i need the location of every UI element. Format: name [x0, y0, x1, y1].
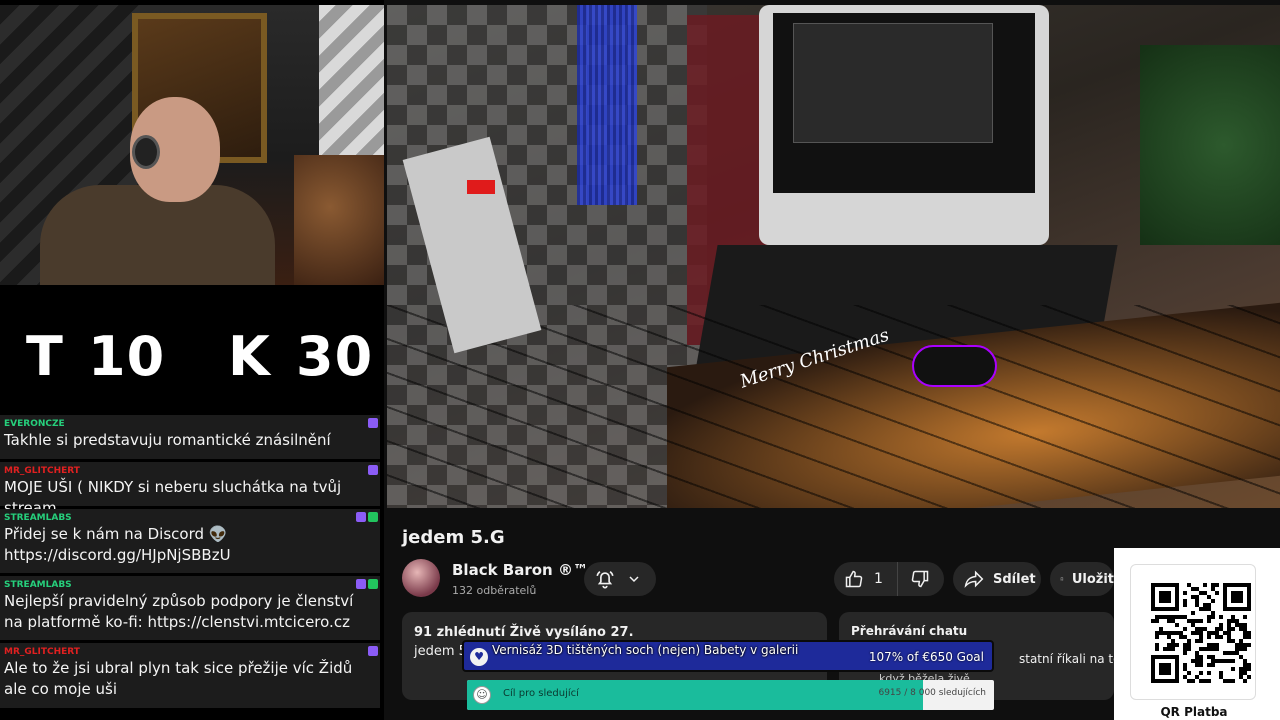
qr-payment-widget: QR Platba — [1114, 548, 1280, 720]
bell-icon — [596, 570, 614, 589]
notification-button[interactable] — [584, 562, 656, 596]
counter-k-label: K — [228, 325, 271, 388]
chat-text: Přidej se k nám na Discord 👽 https://dis… — [4, 525, 231, 564]
chat-message: MR_GLITCHERT MOJE UŠI ( NIKDY si neberu … — [0, 462, 380, 517]
mod-badge-icon — [356, 579, 366, 589]
verified-badge-icon — [368, 512, 378, 522]
chat-text: Takhle si predstavuju romantické znásiln… — [4, 431, 331, 449]
save-button[interactable]: Uložit — [1050, 562, 1114, 596]
goal-text: Vernisáž 3D tištěných soch (nejen) Babet… — [492, 643, 799, 657]
star-badge-icon — [368, 418, 378, 428]
chat-message: STREAMLABS Přidej se k nám na Discord 👽 … — [0, 509, 380, 573]
heart-icon: ♥ — [470, 648, 488, 666]
left-column: T 10 K 30 EVERONCZE Takhle si predstavuj… — [0, 0, 384, 720]
chat-username: MR_GLITCHERT — [4, 647, 80, 657]
badge-icon — [368, 465, 378, 475]
channel-name[interactable]: Black Baron ®™ — [452, 561, 588, 579]
follower-goal-bar: ☺ Cíl pro sledující 6915 / 8 000 sledují… — [467, 680, 994, 710]
mod-badge-icon — [356, 512, 366, 522]
chat-username: STREAMLABS — [4, 513, 72, 523]
webcam-feed — [0, 5, 384, 285]
channel-row: Black Baron ®™ 132 odběratelů 1 Sdílet U… — [402, 558, 1114, 602]
like-button[interactable]: 1 — [834, 562, 898, 596]
chat-text: Nejlepší pravidelný způsob podpory je čl… — [4, 592, 354, 631]
subscriber-count: 132 odběratelů — [452, 584, 537, 597]
qr-code — [1151, 583, 1251, 683]
counter-t-label: T — [26, 325, 64, 388]
chat-message: MR_GLITCHERT Ale to že jsi ubral plyn ta… — [0, 643, 380, 708]
badge-icon — [368, 646, 378, 656]
counter-t-value: 10 — [88, 325, 166, 388]
chevron-down-icon — [629, 576, 639, 583]
video-title: jedem 5.G — [402, 527, 505, 548]
verified-badge-icon — [368, 579, 378, 589]
chat-message: EVERONCZE Takhle si predstavuju romantic… — [0, 415, 380, 459]
like-count: 1 — [874, 571, 883, 587]
chat-replay-title: Přehrávání chatu — [851, 624, 968, 638]
chat-message: STREAMLABS Nejlepší pravidelný způsob po… — [0, 576, 380, 640]
thumbs-down-icon — [911, 570, 929, 588]
chat-username: EVERONCZE — [4, 419, 65, 429]
chat-username: STREAMLABS — [4, 580, 72, 590]
chat-text: Ale to že jsi ubral plyn tak sice přežij… — [4, 659, 353, 698]
channel-avatar[interactable] — [402, 559, 440, 597]
chat-overlay: EVERONCZE Takhle si predstavuju romantic… — [0, 415, 384, 715]
thumbs-up-icon — [845, 570, 863, 588]
bookmark-icon — [1060, 577, 1064, 581]
like-dislike-group: 1 — [834, 562, 944, 596]
donation-goal-banner: ♥ Vernisáž 3D tištěných soch (nejen) Bab… — [462, 640, 994, 672]
share-button[interactable]: Sdílet — [953, 562, 1041, 596]
counter-overlay: T 10 K 30 — [0, 285, 384, 410]
share-label: Sdílet — [993, 571, 1036, 587]
video-player[interactable]: Merry Christmas — [387, 5, 1280, 508]
share-icon — [964, 570, 984, 588]
dislike-button[interactable] — [898, 562, 940, 596]
follower-icon: ☺ — [473, 686, 491, 704]
counter-k-value: 30 — [296, 325, 374, 388]
goal-value: 107% of €650 Goal — [868, 650, 984, 664]
follower-goal-label: Cíl pro sledující — [503, 688, 579, 699]
qr-label: QR Platba — [1160, 705, 1228, 719]
chat-username: MR_GLITCHERT — [4, 466, 80, 476]
follower-goal-value: 6915 / 8 000 sledujících — [878, 688, 986, 698]
save-label: Uložit — [1071, 571, 1114, 587]
